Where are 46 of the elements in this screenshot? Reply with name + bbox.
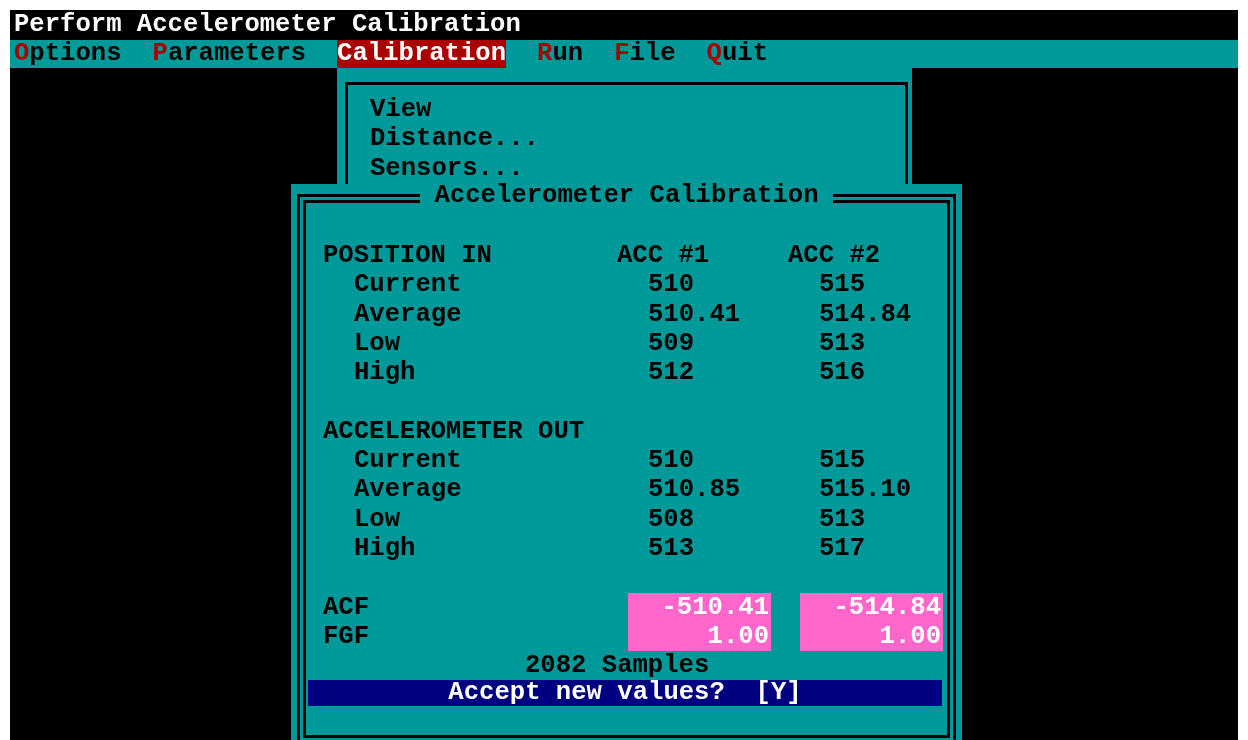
value-cell: 508	[648, 504, 695, 534]
menu-item[interactable]: Calibration	[337, 40, 507, 68]
column-heading: ACC #2	[788, 241, 881, 271]
section-heading: ACCELEROMETER OUT	[323, 416, 585, 447]
section-heading: POSITION IN	[323, 241, 492, 271]
menu-item[interactable]: Quit	[706, 40, 768, 68]
factor-value: 1.00	[800, 621, 943, 652]
factor-value: -510.41	[628, 592, 771, 622]
prompt-bar[interactable]: Accept new values? [Y]	[308, 680, 942, 707]
window-title: Perform Accelerometer Calibration	[13, 10, 522, 40]
value-cell: 515	[819, 446, 866, 476]
value-cell: 513	[819, 504, 866, 534]
sample-count: 2082 Samples	[525, 651, 710, 681]
menu-item[interactable]: Options	[14, 40, 122, 68]
value-cell: 510.41	[648, 299, 741, 329]
dropdown-item[interactable]: Distance...	[370, 124, 539, 154]
factor-value: 1.00	[628, 621, 771, 652]
row-label: Average	[353, 299, 462, 329]
menu-item[interactable]: File	[614, 40, 676, 68]
value-cell: 515.10	[819, 475, 912, 505]
value-cell: 516	[819, 358, 866, 388]
value-cell: 509	[648, 328, 695, 359]
menu-item[interactable]: Run	[537, 40, 584, 68]
factor-value: -514.84	[800, 592, 943, 622]
value-cell: 510	[648, 446, 695, 476]
row-label: Current	[353, 270, 462, 300]
row-label: High	[353, 533, 416, 564]
dropdown-item[interactable]: View	[370, 95, 432, 125]
value-cell: 513	[648, 533, 695, 564]
value-cell: 515	[819, 270, 866, 300]
value-cell: 510	[648, 270, 695, 300]
row-label: High	[353, 358, 416, 388]
menu-item[interactable]: Parameters	[152, 40, 307, 68]
column-heading: ACC #1	[617, 241, 710, 271]
value-cell: 510.85	[648, 475, 741, 505]
row-label: Current	[353, 446, 462, 476]
dropdown-item[interactable]: Sensors...	[370, 153, 524, 183]
value-cell: 514.84	[819, 299, 912, 329]
factor-label: ACF	[323, 592, 370, 622]
value-cell: 517	[819, 533, 866, 564]
value-cell: 513	[819, 328, 866, 359]
factor-label: FGF	[323, 621, 370, 652]
row-label: Low	[353, 328, 401, 359]
row-label: Average	[353, 475, 462, 505]
value-cell: 512	[648, 358, 695, 388]
row-label: Low	[353, 504, 401, 534]
